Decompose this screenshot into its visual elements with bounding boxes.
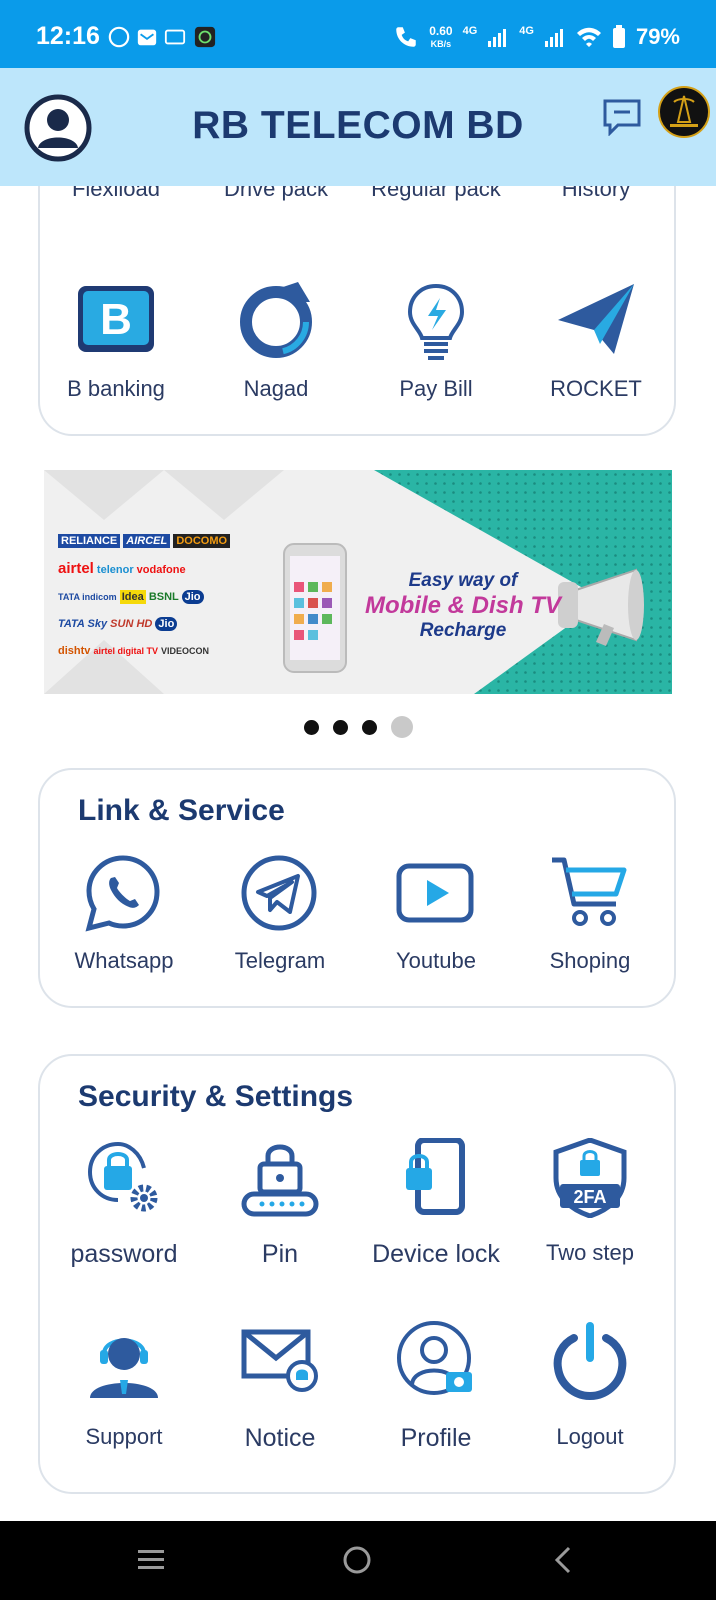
wifi-call-icon	[396, 27, 416, 47]
service-pay-bill[interactable]: Pay Bill	[356, 280, 516, 401]
setting-notice[interactable]: Notice	[200, 1320, 360, 1460]
brand-list: RELIANCE AIRCEL DOCOMO airtel telenor vo…	[58, 528, 258, 665]
system-nav-bar	[0, 1521, 716, 1600]
mail-notification-icon	[137, 29, 157, 46]
status-bar: 12:16 0.60 KB/s 4G 4G 79%	[0, 0, 716, 68]
lightbulb-icon	[407, 283, 465, 360]
setting-profile[interactable]: Profile	[356, 1320, 516, 1460]
pin-lock-icon	[241, 1144, 319, 1217]
service-b-banking[interactable]: B B banking	[36, 280, 196, 401]
setting-logout[interactable]: Logout	[510, 1320, 670, 1460]
device-lock-icon	[406, 1138, 465, 1215]
pay-notification-icon	[164, 29, 186, 45]
status-time: 12:16	[36, 22, 100, 50]
setting-two-step[interactable]: 2FA Two step	[510, 1138, 670, 1278]
svg-text:B: B	[100, 295, 132, 344]
security-title: Security & Settings	[78, 1080, 354, 1113]
profile-icon	[397, 1321, 472, 1395]
link-shoping[interactable]: Shoping	[510, 854, 670, 984]
signal-icon	[488, 29, 507, 47]
home-icon[interactable]	[342, 1545, 372, 1575]
nagad-icon	[240, 282, 312, 358]
whatsapp-notification-icon	[108, 26, 130, 48]
shopping-cart-icon	[552, 857, 627, 926]
carousel-dot[interactable]	[361, 719, 377, 735]
support-agent-icon	[90, 1338, 158, 1398]
net-speed: 0.60 KB/s	[429, 23, 453, 49]
signal-icon-2	[544, 29, 563, 47]
battery-icon	[612, 25, 625, 48]
paper-plane-icon	[558, 284, 634, 354]
service-rocket[interactable]: ROCKET	[516, 280, 676, 401]
link-service-title: Link & Service	[78, 794, 285, 827]
youtube-icon	[396, 863, 474, 923]
app-notification-icon	[194, 26, 216, 48]
battery-percent: 79%	[635, 24, 680, 49]
status-right: 0.60 KB/s 4G 4G 79%	[393, 24, 680, 50]
setting-support[interactable]: Support	[44, 1320, 204, 1460]
carousel-dot-active[interactable]	[390, 716, 413, 738]
service-nagad[interactable]: Nagad	[196, 280, 356, 401]
wifi-icon	[576, 27, 601, 47]
promo-banner[interactable]: RELIANCE AIRCEL DOCOMO airtel telenor vo…	[44, 470, 672, 694]
setting-pin[interactable]: Pin	[200, 1138, 360, 1278]
brand-logo[interactable]	[658, 86, 710, 138]
carousel-dot[interactable]	[332, 719, 348, 735]
banner-text: Easy way of Mobile & Dish TV Recharge	[364, 570, 561, 641]
notice-mail-icon	[241, 1329, 318, 1392]
menu-icon[interactable]	[136, 1547, 166, 1573]
whatsapp-icon	[85, 855, 160, 932]
power-icon	[553, 1322, 627, 1400]
setting-device-lock[interactable]: Device lock	[356, 1138, 516, 1278]
chat-icon[interactable]	[602, 98, 642, 136]
tower-logo-icon	[670, 95, 698, 127]
back-icon[interactable]	[552, 1545, 574, 1575]
b-banking-icon: B	[78, 286, 154, 352]
link-service-card: Link & Service Whatsapp Telegram Youtube…	[38, 768, 676, 1008]
carousel-dot[interactable]	[303, 719, 319, 735]
two-fa-badge: 2FA	[573, 1187, 606, 1207]
link-youtube[interactable]: Youtube	[356, 854, 516, 984]
carousel-indicator	[0, 716, 716, 738]
setting-password[interactable]: password	[44, 1138, 204, 1278]
link-telegram[interactable]: Telegram	[200, 854, 360, 984]
telegram-icon	[241, 855, 317, 931]
app-bar: RB TELECOM BD	[0, 68, 716, 186]
password-lock-icon	[87, 1141, 158, 1212]
security-settings-card: Security & Settings password Pin Device …	[38, 1054, 676, 1494]
two-factor-shield-icon: 2FA	[553, 1138, 627, 1218]
link-whatsapp[interactable]: Whatsapp	[44, 854, 204, 984]
